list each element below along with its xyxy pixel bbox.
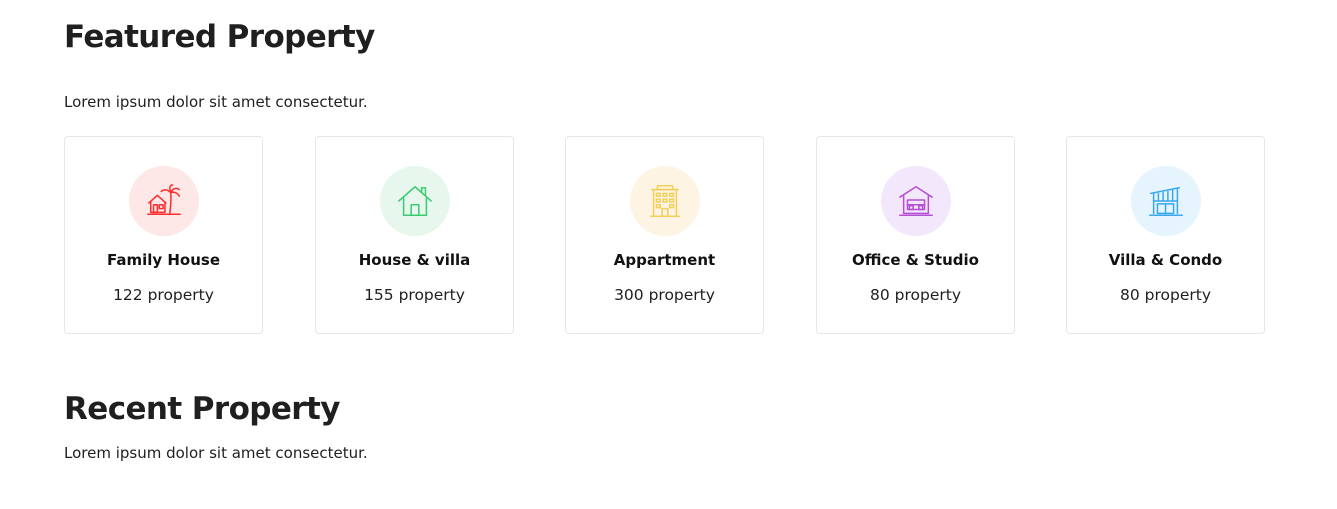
category-name: Office & Studio — [852, 251, 979, 269]
icon-circle — [1130, 166, 1201, 236]
recent-property-heading: Recent Property — [64, 391, 340, 427]
category-name: House & villa — [358, 251, 471, 269]
villa-condo-icon — [1148, 186, 1183, 217]
icon-circle — [629, 166, 700, 236]
page: Featured Property Lorem ipsum dolor sit … — [0, 0, 1337, 509]
category-count: 80 property — [869, 286, 961, 304]
icon-circle — [880, 166, 951, 236]
featured-property-heading: Featured Property — [64, 19, 375, 55]
icon-circle — [379, 166, 450, 236]
category-name: Family House — [106, 251, 221, 269]
office-studio-icon — [898, 185, 933, 217]
property-category-list: Family House 122 property House & villa … — [64, 136, 1267, 336]
beach-house-icon — [146, 184, 181, 216]
category-count: 122 property — [113, 286, 214, 304]
category-count: 155 property — [364, 286, 465, 304]
category-count: 300 property — [614, 286, 715, 304]
apartment-building-icon — [649, 185, 680, 217]
category-card-house-villa[interactable]: House & villa 155 property — [315, 136, 514, 334]
icon-circle — [128, 166, 199, 236]
category-card-office-studio[interactable]: Office & Studio 80 property — [816, 136, 1015, 334]
category-card-villa-condo[interactable]: Villa & Condo 80 property — [1066, 136, 1265, 334]
category-name: Appartment — [613, 251, 716, 269]
featured-property-subtitle: Lorem ipsum dolor sit amet consectetur. — [64, 93, 368, 111]
category-card-family-house[interactable]: Family House 122 property — [64, 136, 263, 334]
category-name: Villa & Condo — [1108, 251, 1223, 269]
house-icon — [397, 185, 432, 217]
recent-property-subtitle: Lorem ipsum dolor sit amet consectetur. — [64, 444, 368, 462]
category-count: 80 property — [1119, 286, 1211, 304]
category-card-appartment[interactable]: Appartment 300 property — [565, 136, 764, 334]
